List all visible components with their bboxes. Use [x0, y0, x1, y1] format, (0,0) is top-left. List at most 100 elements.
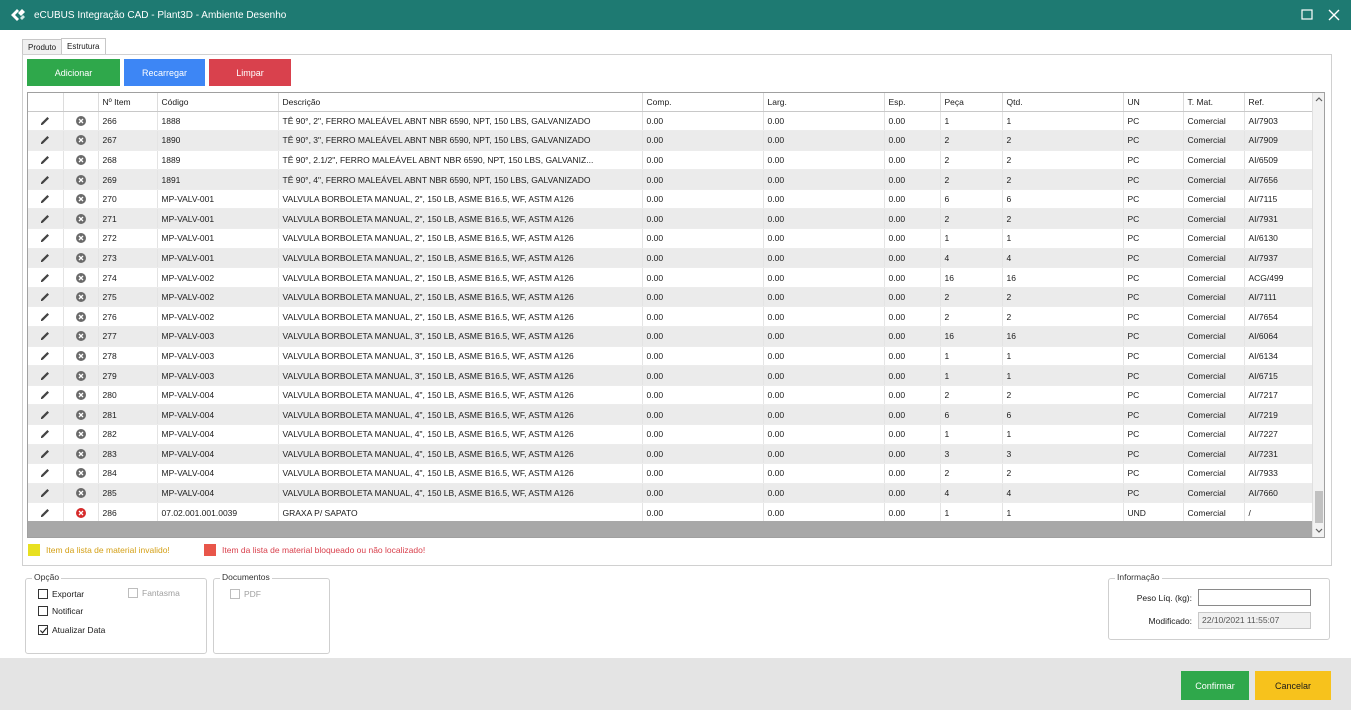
- cell-descricao[interactable]: GRAXA P/ SAPATO: [278, 502, 643, 523]
- cell-descricao[interactable]: TÊ 90°, 2", FERRO MALEÁVEL ABNT NBR 6590…: [278, 111, 643, 132]
- notificar-checkbox-box[interactable]: [38, 606, 48, 616]
- cell-qtd[interactable]: 1: [1002, 365, 1124, 386]
- cell-status[interactable]: [63, 326, 99, 347]
- cell-peca[interactable]: 2: [940, 287, 1003, 308]
- cell-comp[interactable]: 0.00: [642, 248, 764, 269]
- cell-edit[interactable]: [28, 150, 64, 171]
- cell-tmat[interactable]: Comercial: [1183, 483, 1245, 504]
- cell-larg[interactable]: 0.00: [763, 463, 885, 484]
- cell-item[interactable]: 285: [98, 483, 158, 504]
- cell-qtd[interactable]: 3: [1002, 444, 1124, 465]
- remove-icon[interactable]: [75, 232, 87, 244]
- tab-produto[interactable]: Produto: [22, 39, 63, 55]
- cell-peca[interactable]: 2: [940, 150, 1003, 171]
- cell-item[interactable]: 284: [98, 463, 158, 484]
- cell-peca[interactable]: 2: [940, 463, 1003, 484]
- cell-tmat[interactable]: Comercial: [1183, 326, 1245, 347]
- cell-status[interactable]: [63, 111, 99, 132]
- cell-comp[interactable]: 0.00: [642, 385, 764, 406]
- col-status-header[interactable]: [63, 93, 99, 112]
- remove-icon[interactable]: [75, 252, 87, 264]
- cell-edit[interactable]: [28, 228, 64, 249]
- cell-item[interactable]: 272: [98, 228, 158, 249]
- cell-descricao[interactable]: TÊ 90°, 4", FERRO MALEÁVEL ABNT NBR 6590…: [278, 169, 643, 190]
- clear-button[interactable]: Limpar: [209, 59, 291, 86]
- cell-larg[interactable]: 0.00: [763, 130, 885, 151]
- cell-un[interactable]: PC: [1123, 150, 1184, 171]
- cell-esp[interactable]: 0.00: [884, 483, 941, 504]
- cell-tmat[interactable]: Comercial: [1183, 189, 1245, 210]
- cell-ref[interactable]: AI/6130: [1244, 228, 1313, 249]
- cell-codigo[interactable]: MP-VALV-001: [157, 248, 279, 269]
- cell-edit[interactable]: [28, 189, 64, 210]
- cell-tmat[interactable]: Comercial: [1183, 150, 1245, 171]
- notificar-checkbox[interactable]: Notificar: [38, 606, 83, 616]
- cell-status[interactable]: [63, 248, 99, 269]
- cell-tmat[interactable]: Comercial: [1183, 444, 1245, 465]
- cell-comp[interactable]: 0.00: [642, 346, 764, 367]
- exportar-checkbox-box[interactable]: [38, 589, 48, 599]
- cell-comp[interactable]: 0.00: [642, 502, 764, 523]
- cell-ref[interactable]: AI/6715: [1244, 365, 1313, 386]
- cell-peca[interactable]: 6: [940, 404, 1003, 425]
- cell-peca[interactable]: 1: [940, 346, 1003, 367]
- cell-status[interactable]: [63, 287, 99, 308]
- cell-comp[interactable]: 0.00: [642, 365, 764, 386]
- cell-ref[interactable]: AI/7654: [1244, 306, 1313, 328]
- col-codigo-header[interactable]: Código: [157, 93, 279, 112]
- cell-larg[interactable]: 0.00: [763, 208, 885, 230]
- cell-peca[interactable]: 2: [940, 306, 1003, 328]
- cell-esp[interactable]: 0.00: [884, 150, 941, 171]
- col-item-header[interactable]: Nº Item: [98, 93, 158, 112]
- pencil-icon[interactable]: [39, 330, 51, 342]
- cell-item[interactable]: 277: [98, 326, 158, 347]
- add-button[interactable]: Adicionar: [27, 59, 120, 86]
- cell-ref[interactable]: ACG/499: [1244, 267, 1313, 288]
- cell-esp[interactable]: 0.00: [884, 326, 941, 347]
- cell-edit[interactable]: [28, 483, 64, 504]
- cell-esp[interactable]: 0.00: [884, 208, 941, 230]
- table-row[interactable]: 286 07.02.001.001.0039 GRAXA P/ SAPATO 0.00…: [28, 502, 1313, 523]
- cell-qtd[interactable]: 2: [1002, 130, 1124, 151]
- cell-peca[interactable]: 3: [940, 444, 1003, 465]
- cell-un[interactable]: PC: [1123, 169, 1184, 190]
- cell-esp[interactable]: 0.00: [884, 111, 941, 132]
- cell-esp[interactable]: 0.00: [884, 248, 941, 269]
- cell-un[interactable]: PC: [1123, 346, 1184, 367]
- cell-codigo[interactable]: MP-VALV-003: [157, 346, 279, 367]
- cell-descricao[interactable]: VALVULA BORBOLETA MANUAL, 4", 150 LB, AS…: [278, 385, 643, 406]
- scroll-up-icon[interactable]: [1313, 93, 1325, 107]
- cell-codigo[interactable]: 07.02.001.001.0039: [157, 502, 279, 523]
- table-row[interactable]: 272 MP-VALV-001 VALVULA BORBOLETA MANUAL, …: [28, 228, 1313, 249]
- cell-esp[interactable]: 0.00: [884, 267, 941, 288]
- fantasma-checkbox-box[interactable]: [128, 588, 138, 598]
- cell-comp[interactable]: 0.00: [642, 150, 764, 171]
- cell-qtd[interactable]: 2: [1002, 287, 1124, 308]
- cell-ref[interactable]: AI/6509: [1244, 150, 1313, 171]
- tab-estrutura[interactable]: Estrutura: [61, 38, 106, 55]
- pencil-icon[interactable]: [39, 487, 51, 499]
- cell-peca[interactable]: 2: [940, 208, 1003, 230]
- cell-un[interactable]: PC: [1123, 404, 1184, 425]
- pencil-icon[interactable]: [39, 272, 51, 284]
- cell-descricao[interactable]: VALVULA BORBOLETA MANUAL, 3", 150 LB, AS…: [278, 346, 643, 367]
- cell-edit[interactable]: [28, 346, 64, 367]
- close-icon[interactable]: [1324, 5, 1344, 25]
- cell-descricao[interactable]: VALVULA BORBOLETA MANUAL, 4", 150 LB, AS…: [278, 463, 643, 484]
- pencil-icon[interactable]: [39, 467, 51, 479]
- scroll-down-icon[interactable]: [1313, 523, 1325, 537]
- cell-descricao[interactable]: VALVULA BORBOLETA MANUAL, 2", 150 LB, AS…: [278, 287, 643, 308]
- table-row[interactable]: 277 MP-VALV-003 VALVULA BORBOLETA MANUAL, …: [28, 326, 1313, 347]
- cell-qtd[interactable]: 2: [1002, 150, 1124, 171]
- cell-codigo[interactable]: 1889: [157, 150, 279, 171]
- cell-qtd[interactable]: 6: [1002, 404, 1124, 425]
- cell-ref[interactable]: AI/7115: [1244, 189, 1313, 210]
- cell-esp[interactable]: 0.00: [884, 306, 941, 328]
- cell-larg[interactable]: 0.00: [763, 326, 885, 347]
- col-tmat-header[interactable]: T. Mat.: [1183, 93, 1245, 112]
- cell-larg[interactable]: 0.00: [763, 228, 885, 249]
- cell-status[interactable]: [63, 365, 99, 386]
- cell-edit[interactable]: [28, 502, 64, 523]
- cell-codigo[interactable]: MP-VALV-004: [157, 483, 279, 504]
- cell-descricao[interactable]: VALVULA BORBOLETA MANUAL, 4", 150 LB, AS…: [278, 404, 643, 425]
